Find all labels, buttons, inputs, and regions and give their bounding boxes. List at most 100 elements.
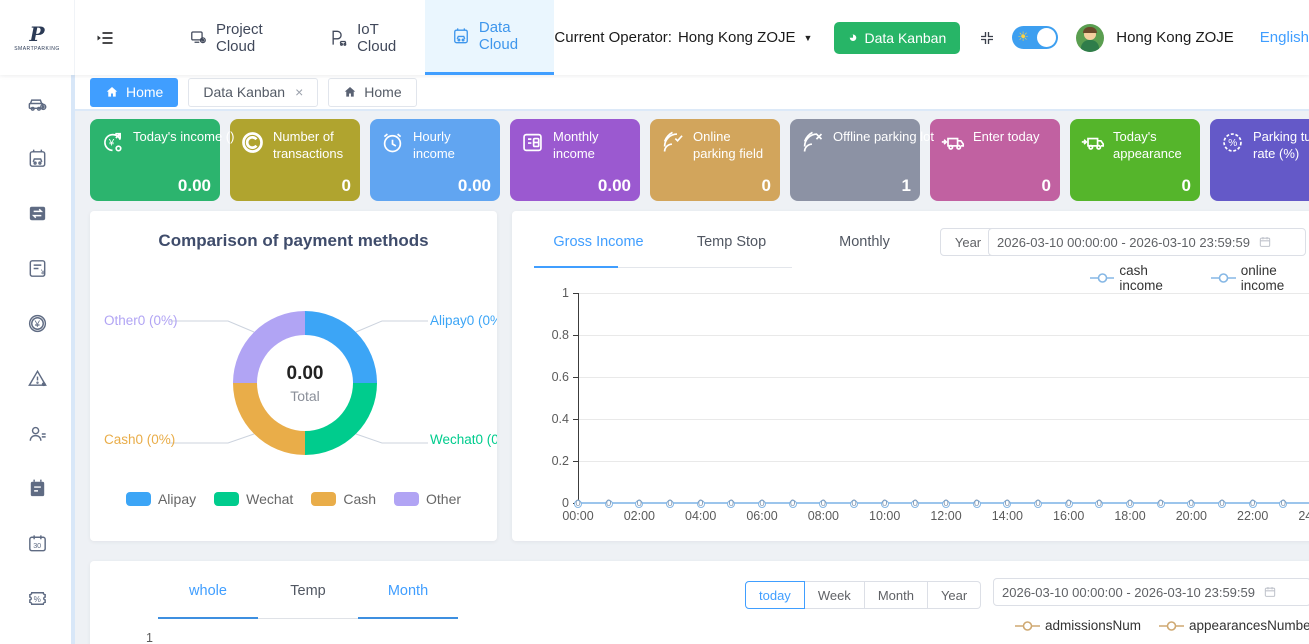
- svg-text:¥: ¥: [108, 138, 115, 149]
- sidebar-item-income[interactable]: ¥: [20, 311, 56, 335]
- legend-swatch: [126, 492, 151, 506]
- clock-icon: [379, 128, 406, 156]
- data-point-label: 0: [1247, 498, 1259, 509]
- coin-refresh-icon: ¥: [99, 128, 126, 156]
- stat-card-todays-appearance[interactable]: Today's appearance 0: [1070, 119, 1200, 201]
- stat-card-label: Today's appearance: [1113, 128, 1192, 162]
- range-button-group: today Week Month Year: [745, 581, 981, 609]
- legend-item-alipay[interactable]: Alipay: [126, 491, 196, 507]
- tab-whole[interactable]: whole: [158, 575, 258, 613]
- legend-item-cash-income[interactable]: cash income: [1090, 263, 1193, 293]
- stat-card-todays-income[interactable]: ¥ Today's income () 0.00: [90, 119, 220, 201]
- tab-gross-income[interactable]: Gross Income: [532, 226, 665, 264]
- traffic-chart-legend: admissionsNum appearancesNumber: [1015, 618, 1309, 633]
- menu-data-cloud[interactable]: Data Cloud: [425, 0, 555, 75]
- legend-item-cash[interactable]: Cash: [311, 491, 376, 507]
- sidebar-item-billing[interactable]: ¥: [20, 256, 56, 280]
- language-switch-link[interactable]: English: [1260, 29, 1309, 46]
- legend-item-appearances[interactable]: appearancesNumber: [1159, 618, 1309, 633]
- sidebar-item-ledger[interactable]: [20, 476, 56, 500]
- home-icon: [105, 85, 119, 99]
- range-button-month[interactable]: Month: [865, 581, 928, 609]
- tab-underline-whole: [158, 617, 258, 619]
- tab-underline-track: [258, 618, 358, 619]
- stat-card-label: Number of transactions: [273, 128, 352, 162]
- signal-x-icon: [799, 128, 826, 156]
- home-icon: [343, 85, 357, 99]
- data-kanban-button[interactable]: ◕ Data Kanban: [834, 22, 960, 54]
- tab-monthly[interactable]: Monthly: [798, 226, 931, 264]
- stat-card-online-parking[interactable]: Online parking field 0: [650, 119, 780, 201]
- stat-card-label: Today's income (): [133, 128, 234, 145]
- range-button-today[interactable]: today: [745, 581, 805, 609]
- payment-methods-panel: Comparison of payment methods 0.00 Total…: [90, 211, 497, 541]
- legend-item-wechat[interactable]: Wechat: [214, 491, 293, 507]
- stat-card-label: Monthly income: [553, 128, 632, 162]
- sidebar-item-vehicles[interactable]: [20, 91, 56, 115]
- stat-card-transactions[interactable]: Number of transactions 0: [230, 119, 360, 201]
- donut-total-value: 0.00: [287, 363, 324, 385]
- close-icon[interactable]: ×: [295, 84, 303, 100]
- page-tab-home[interactable]: Home: [328, 78, 416, 107]
- data-point-label: 0: [879, 498, 891, 509]
- donut-total-label: Total: [290, 388, 320, 404]
- menu-label: Data Cloud: [479, 19, 529, 53]
- range-button-year[interactable]: Year: [928, 581, 981, 609]
- page-tab-data-kanban[interactable]: Data Kanban ×: [188, 78, 318, 107]
- tab-temp[interactable]: Temp: [258, 575, 358, 613]
- page-tab-home-active[interactable]: Home: [90, 78, 178, 107]
- tab-month[interactable]: Month: [358, 575, 458, 613]
- clipboard-car-icon: [26, 147, 49, 170]
- panel-title: Comparison of payment methods: [90, 211, 497, 251]
- stat-card-parking-turnover[interactable]: % Parking turnover rate (%): [1210, 119, 1309, 201]
- gridline: [578, 461, 1309, 462]
- data-point-label: 0: [1063, 498, 1075, 509]
- stat-card-offline-parking[interactable]: Offline parking lot 1: [790, 119, 920, 201]
- tab-temp-stop[interactable]: Temp Stop: [665, 226, 798, 264]
- avatar[interactable]: [1076, 24, 1104, 52]
- daterange-picker[interactable]: 2026-03-10 00:00:00 - 2026-03-10 23:59:5…: [993, 578, 1309, 606]
- income-plot-area[interactable]: 00.20.40.60.8100000000000000000000000000…: [578, 293, 1309, 503]
- sidebar-item-alerts[interactable]: [20, 366, 56, 390]
- menu-label: Project Cloud: [216, 21, 277, 55]
- badge-percent-icon: %: [1219, 128, 1246, 156]
- stat-card-monthly-income[interactable]: Monthly income 0.00: [510, 119, 640, 201]
- toggle-knob: [1037, 28, 1056, 47]
- data-point-label: 0: [1032, 498, 1044, 509]
- svg-text:30: 30: [33, 541, 41, 549]
- stat-card-enter-today[interactable]: Enter today 0: [930, 119, 1060, 201]
- truck-out-icon: [1079, 128, 1106, 156]
- x-axis-tick: 22:00: [1231, 509, 1275, 523]
- legend-item-online-income[interactable]: online income: [1211, 263, 1309, 293]
- daterange-picker[interactable]: 2026-03-10 00:00:00 - 2026-03-10 23:59:5…: [988, 228, 1306, 256]
- data-point-label: 0: [1155, 498, 1167, 509]
- theme-toggle[interactable]: ☀: [1012, 26, 1058, 49]
- range-button-week[interactable]: Week: [805, 581, 865, 609]
- stat-card-value: 1: [902, 176, 911, 196]
- sidebar-item-monthly-card[interactable]: 30: [20, 531, 56, 555]
- signal-check-icon: [659, 128, 686, 156]
- stat-card-label: Offline parking lot: [833, 128, 934, 145]
- data-point-label: 0: [725, 498, 737, 509]
- sidebar-item-entry-exit[interactable]: [20, 201, 56, 225]
- menu-iot-cloud[interactable]: IoT Cloud: [303, 0, 425, 75]
- stat-card-value: 0: [1042, 176, 1051, 196]
- x-axis-tick: 14:00: [985, 509, 1029, 523]
- sidebar-item-coupons[interactable]: %: [20, 586, 56, 610]
- data-point-label: 0: [633, 498, 645, 509]
- sidebar-collapse-button[interactable]: [95, 28, 115, 48]
- legend-item-admissions[interactable]: admissionsNum: [1015, 618, 1141, 633]
- stat-card-hourly-income[interactable]: Hourly income 0.00: [370, 119, 500, 201]
- calendar-30-icon: 30: [26, 532, 49, 555]
- data-point-label: 0: [1124, 498, 1136, 509]
- operator-value: Hong Kong ZOJE: [678, 29, 796, 46]
- menu-project-cloud[interactable]: Project Cloud: [163, 0, 303, 75]
- coin-yen-icon: ¥: [26, 312, 49, 335]
- sidebar-item-parking-records[interactable]: [20, 146, 56, 170]
- operator-select[interactable]: Current Operator: Hong Kong ZOJE ▼: [554, 29, 812, 46]
- sidebar-item-members[interactable]: [20, 421, 56, 445]
- fullscreen-button[interactable]: [978, 29, 996, 47]
- legend-item-other[interactable]: Other: [394, 491, 461, 507]
- data-point-label: 0: [940, 498, 952, 509]
- income-chart-panel: Gross Income Temp Stop Monthly Year 2026…: [512, 211, 1309, 541]
